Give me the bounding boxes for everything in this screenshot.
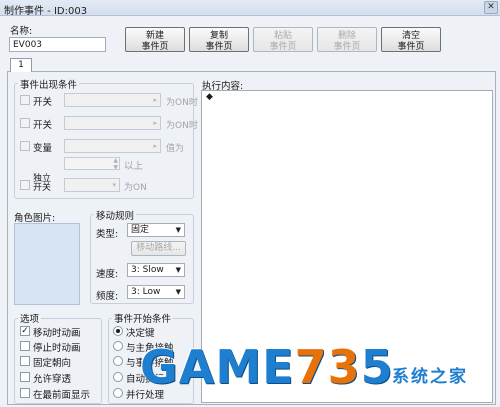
switch2-suffix: 为ON时 bbox=[166, 121, 198, 131]
paste-page-line1: 粘贴 bbox=[273, 31, 292, 41]
move-freq-label: 频度: bbox=[96, 291, 119, 302]
switch2-checkbox[interactable] bbox=[20, 118, 30, 128]
delete-page-line1: 删除 bbox=[337, 31, 356, 41]
new-page-line2: 事件页 bbox=[141, 42, 169, 52]
trigger-parallel-radio[interactable] bbox=[113, 388, 123, 398]
option-through-checkbox[interactable] bbox=[20, 372, 30, 382]
trigger-player-touch-label: 与主角接触 bbox=[126, 343, 174, 354]
move-type-select[interactable]: 固定 ▼ bbox=[127, 223, 185, 237]
execution-list[interactable]: ◆ bbox=[201, 90, 493, 403]
title-bar: 制作事件 - ID:003 ✕ bbox=[0, 0, 500, 17]
copy-page-line1: 复制 bbox=[209, 31, 228, 41]
window-title: 制作事件 - ID:003 bbox=[4, 6, 88, 17]
copy-page-button[interactable]: 复制 事件页 bbox=[189, 27, 249, 52]
self-switch-checkbox[interactable] bbox=[20, 180, 30, 190]
switch1-checkbox[interactable] bbox=[20, 95, 30, 105]
option-through-label: 允许穿透 bbox=[33, 374, 72, 385]
trigger-action-label: 决定键 bbox=[126, 328, 155, 339]
variable-above-label: 以上 bbox=[124, 161, 144, 172]
graphic-label: 角色图片: bbox=[14, 213, 56, 224]
self-switch-label: 独立 开关 bbox=[33, 175, 51, 193]
chevron-down-icon: ▼ bbox=[175, 226, 181, 234]
trigger-action-radio[interactable] bbox=[113, 326, 123, 336]
movement-title: 移动规则 bbox=[94, 208, 137, 222]
move-freq-select[interactable]: 3: Low ▼ bbox=[127, 285, 185, 299]
option-fix-direction-label: 固定朝向 bbox=[33, 358, 72, 369]
option-fix-direction-checkbox[interactable] bbox=[20, 356, 30, 366]
execution-first-line[interactable]: ◆ bbox=[206, 92, 213, 102]
option-anim-stopped-checkbox[interactable] bbox=[20, 341, 30, 351]
move-type-value: 固定 bbox=[131, 225, 150, 235]
chevron-down-icon: ▼ bbox=[175, 266, 181, 274]
move-speed-value: 3: Slow bbox=[131, 265, 164, 275]
variable-suffix: 值为 bbox=[166, 144, 185, 154]
paste-page-line2: 事件页 bbox=[269, 42, 297, 52]
options-title: 选项 bbox=[18, 311, 42, 325]
chevron-down-icon: ▾ bbox=[112, 181, 116, 189]
option-on-top-label: 在最前面显示 bbox=[33, 390, 91, 401]
option-anim-moving-label: 移动时动画 bbox=[33, 328, 81, 339]
clear-page-line1: 清空 bbox=[401, 31, 420, 41]
move-speed-select[interactable]: 3: Slow ▼ bbox=[127, 263, 185, 277]
trigger-title: 事件开始条件 bbox=[112, 311, 174, 325]
name-label: 名称: bbox=[10, 26, 33, 37]
trigger-autorun-radio[interactable] bbox=[113, 372, 123, 382]
option-on-top-checkbox[interactable] bbox=[20, 388, 30, 398]
paste-page-button[interactable]: 粘贴 事件页 bbox=[253, 27, 313, 52]
tab-page-1[interactable]: 1 bbox=[10, 58, 32, 72]
trigger-parallel-label: 并行处理 bbox=[126, 390, 165, 401]
move-type-label: 类型: bbox=[96, 229, 119, 240]
chevron-down-icon: ▼ bbox=[175, 288, 181, 296]
self-switch-label-line2: 开关 bbox=[33, 183, 52, 193]
self-switch-suffix: 为ON bbox=[124, 183, 147, 193]
new-page-button[interactable]: 新建 事件页 bbox=[125, 27, 185, 52]
switch1-select[interactable]: ▸ bbox=[64, 93, 161, 107]
variable-checkbox[interactable] bbox=[20, 141, 30, 151]
trigger-autorun-label: 自动执行 bbox=[126, 374, 165, 385]
variable-select[interactable]: ▸ bbox=[64, 139, 161, 153]
option-anim-stopped-label: 停止时动画 bbox=[33, 343, 81, 354]
delete-page-button[interactable]: 删除 事件页 bbox=[317, 27, 377, 52]
move-route-button[interactable]: 移动路线... bbox=[131, 241, 186, 256]
clear-page-line2: 事件页 bbox=[397, 42, 425, 52]
clear-page-button[interactable]: 清空 事件页 bbox=[381, 27, 441, 52]
variable-label: 变量 bbox=[33, 143, 53, 154]
option-anim-moving-checkbox[interactable]: ✓ bbox=[20, 326, 30, 336]
chevron-right-icon: ▸ bbox=[153, 96, 157, 104]
conditions-title: 事件出现条件 bbox=[18, 77, 80, 91]
name-input[interactable]: EV003 bbox=[9, 37, 106, 52]
trigger-event-touch-radio[interactable] bbox=[113, 356, 123, 366]
switch2-label: 开关 bbox=[33, 120, 53, 131]
switch2-select[interactable]: ▸ bbox=[64, 116, 161, 130]
delete-page-line2: 事件页 bbox=[333, 42, 361, 52]
move-freq-value: 3: Low bbox=[131, 287, 161, 297]
close-icon[interactable]: ✕ bbox=[484, 1, 498, 14]
move-speed-label: 速度: bbox=[96, 269, 119, 280]
trigger-event-touch-label: 与事件接触 bbox=[126, 358, 174, 369]
spinner-arrows-icon: ▲ ▼ bbox=[113, 157, 118, 171]
character-graphic[interactable] bbox=[14, 223, 80, 305]
switch1-suffix: 为ON时 bbox=[166, 98, 198, 108]
new-page-line1: 新建 bbox=[145, 31, 164, 41]
switch1-label: 开关 bbox=[33, 97, 53, 108]
self-switch-select[interactable]: ▾ bbox=[64, 178, 120, 192]
copy-page-line2: 事件页 bbox=[205, 42, 233, 52]
variable-value-spinner[interactable]: ▲ ▼ bbox=[64, 157, 120, 171]
trigger-player-touch-radio[interactable] bbox=[113, 341, 123, 351]
chevron-right-icon: ▸ bbox=[153, 142, 157, 150]
chevron-right-icon: ▸ bbox=[153, 119, 157, 127]
